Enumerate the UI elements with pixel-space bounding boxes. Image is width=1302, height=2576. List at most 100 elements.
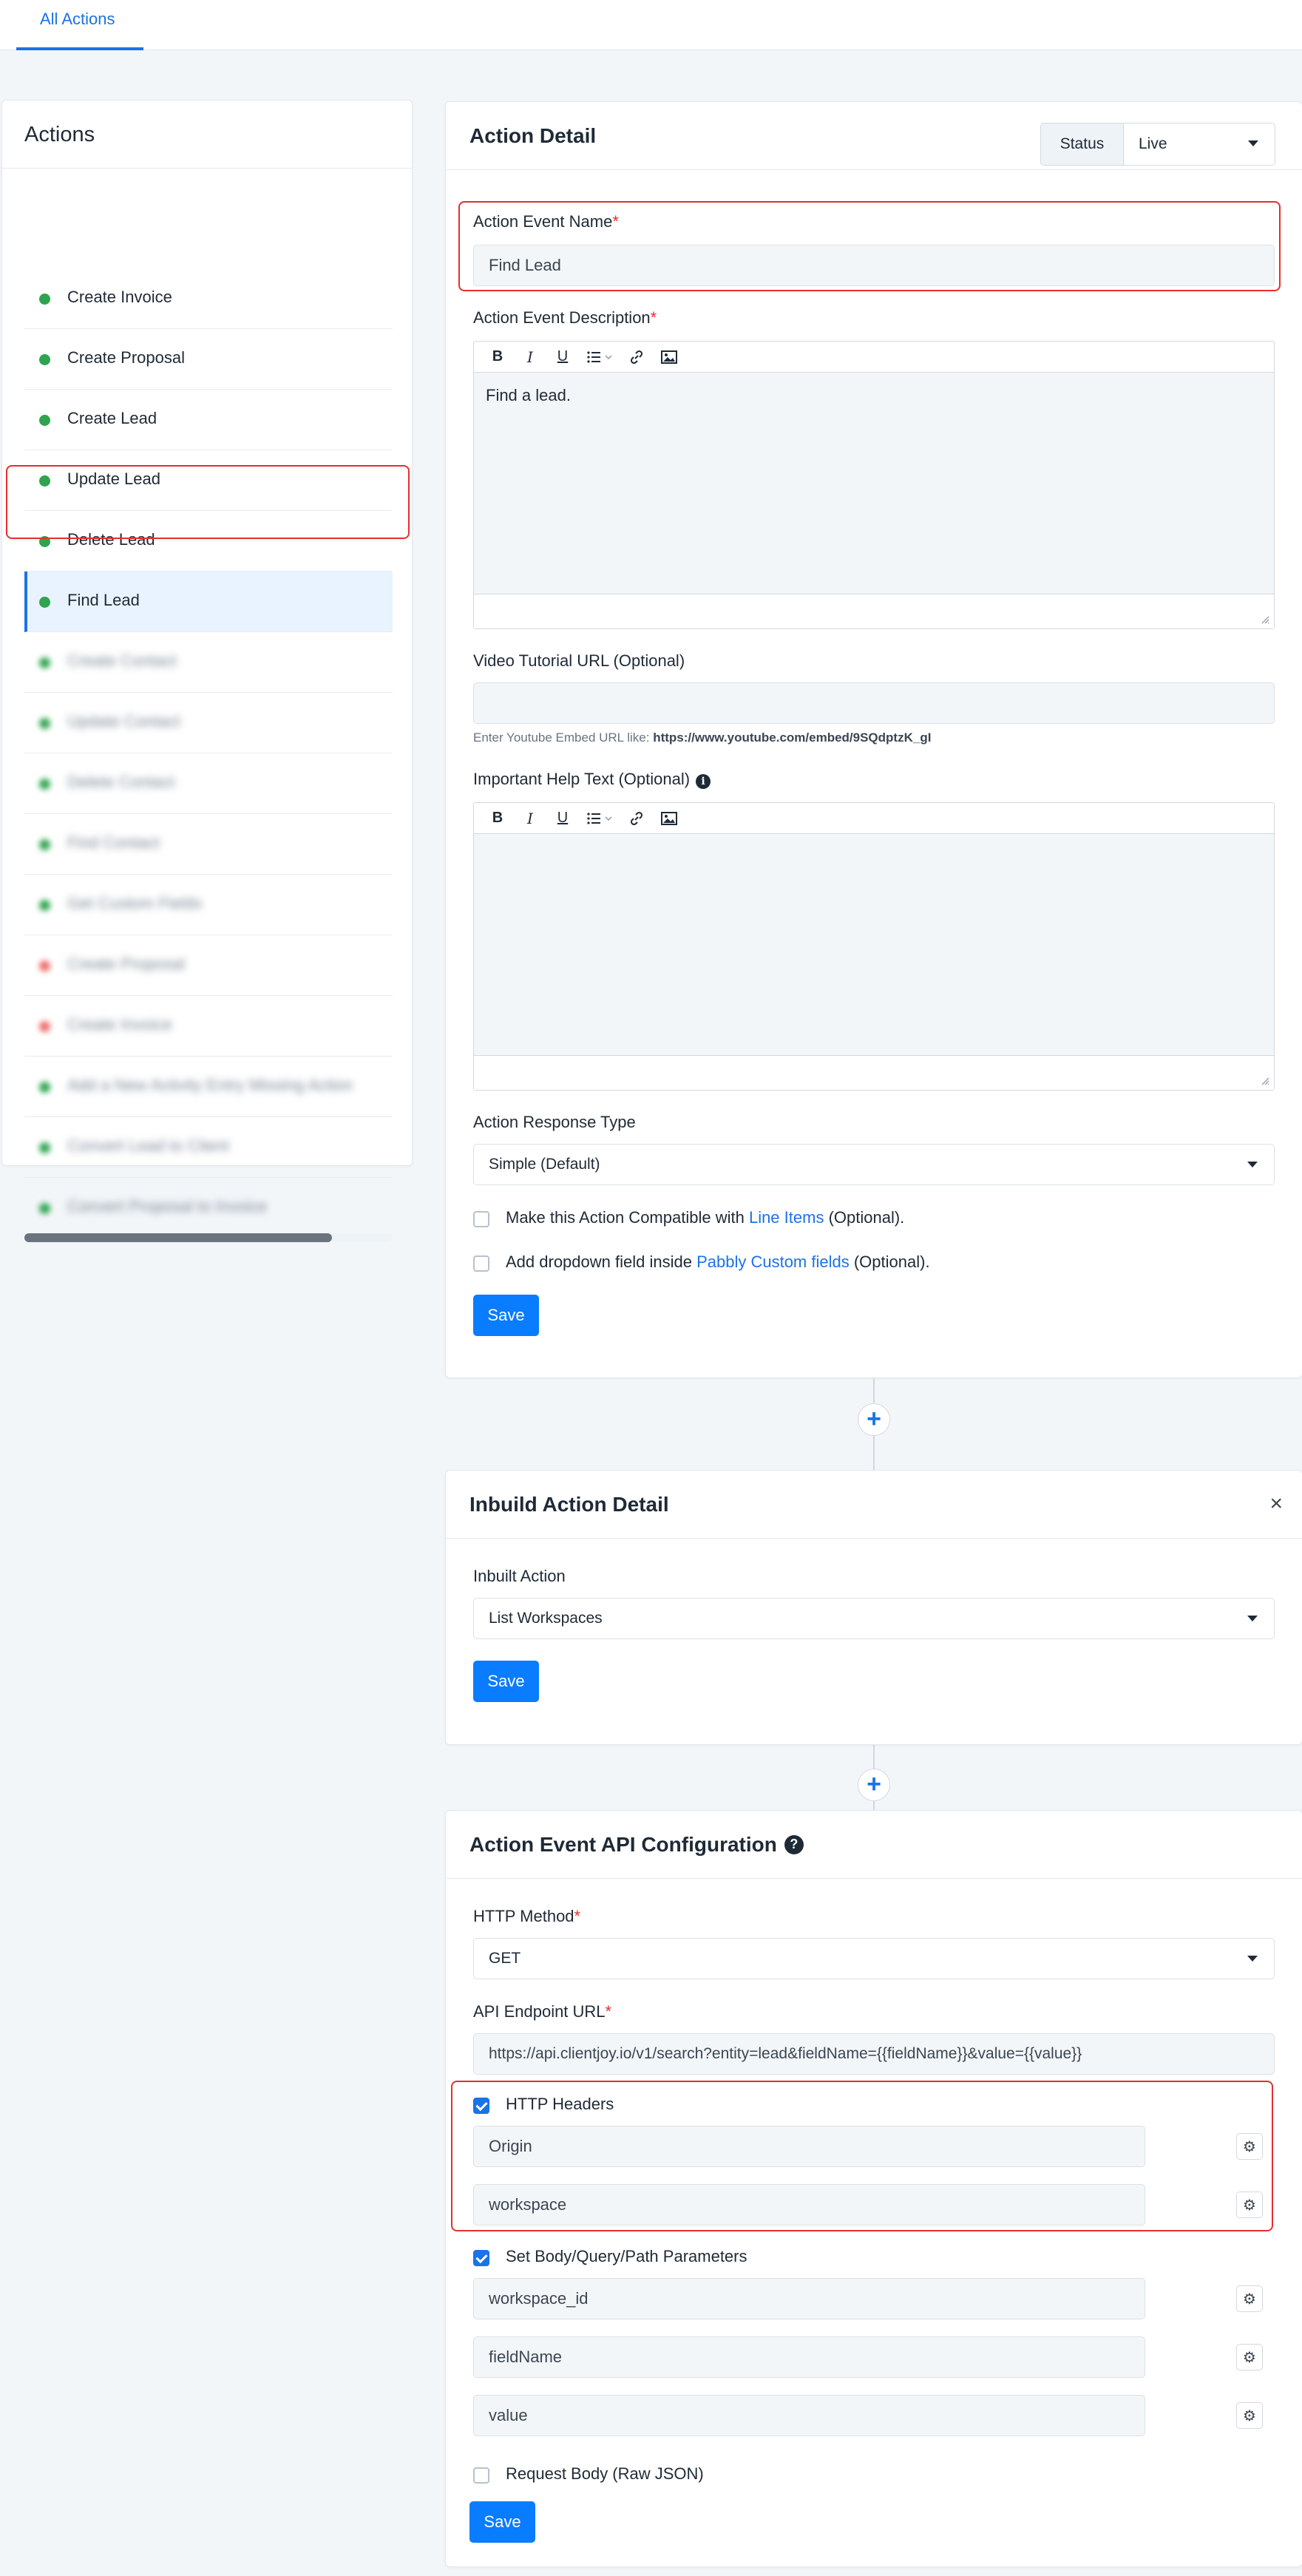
sidebar-item[interactable]: Convert Proposal to Invoice: [24, 1178, 393, 1238]
add-step-plus-icon[interactable]: +: [858, 1403, 890, 1436]
list-icon[interactable]: [579, 803, 620, 834]
line-items-text: Make this Action Compatible with Line It…: [506, 1208, 904, 1227]
italic-icon[interactable]: I: [514, 803, 546, 834]
help-text-label-text: Important Help Text (Optional): [473, 770, 691, 788]
help-text-area[interactable]: [474, 834, 1274, 1056]
status-selector[interactable]: Status Live: [1040, 123, 1275, 166]
sidebar-item[interactable]: Create Proposal: [24, 329, 393, 390]
inbuilt-action-select[interactable]: List Workspaces: [473, 1598, 1275, 1639]
sidebar-item[interactable]: Add a New Activity Entry Missing Action: [24, 1057, 393, 1117]
gear-icon[interactable]: ⚙: [1236, 2133, 1263, 2160]
link-icon[interactable]: [620, 342, 653, 373]
pabbly-custom-fields-link[interactable]: Pabbly Custom fields: [696, 1253, 850, 1271]
tab-all-actions[interactable]: All Actions: [16, 0, 143, 50]
event-desc-editor[interactable]: B I U Find a lead.: [473, 341, 1275, 629]
line-items-checkbox[interactable]: [473, 1211, 489, 1227]
bold-icon[interactable]: B: [481, 803, 514, 834]
help-question-icon[interactable]: ?: [784, 1834, 804, 1854]
info-icon[interactable]: i: [696, 774, 711, 789]
chevron-down-icon: [1247, 1162, 1258, 1167]
list-icon[interactable]: [579, 342, 620, 373]
param-input-fieldname[interactable]: fieldName: [473, 2336, 1145, 2378]
event-name-input[interactable]: Find Lead: [473, 245, 1275, 286]
status-dot-icon: [39, 839, 50, 850]
status-dot-icon: [39, 536, 50, 547]
top-tab-bar: All Actions: [0, 0, 1302, 50]
status-dot-icon: [39, 354, 50, 365]
close-icon[interactable]: ×: [1269, 1491, 1283, 1516]
http-headers-checkbox[interactable]: [473, 2098, 489, 2114]
gear-icon[interactable]: ⚙: [1236, 2344, 1263, 2370]
status-dot-icon: [39, 1021, 50, 1032]
sidebar-item-label: Create Lead: [67, 409, 157, 427]
gear-icon[interactable]: ⚙: [1236, 2402, 1263, 2429]
api-config-header: Action Event API Configuration?: [446, 1811, 1302, 1879]
video-url-label: Video Tutorial URL (Optional): [473, 651, 685, 670]
sidebar-item[interactable]: Update Contact: [24, 693, 393, 753]
event-desc-label: Action Event Description*: [473, 308, 657, 328]
header-input-origin[interactable]: Origin: [473, 2126, 1145, 2167]
video-url-input[interactable]: [473, 682, 1275, 724]
sidebar-item-label: Get Custom Fields: [67, 894, 203, 912]
sidebar-item[interactable]: Get Custom Fields: [24, 875, 393, 935]
status-select[interactable]: Live: [1124, 123, 1275, 165]
editor-footer: [474, 597, 1274, 628]
http-method-label: HTTP Method*: [473, 1907, 580, 1926]
image-icon[interactable]: [653, 342, 685, 373]
event-desc-label-text: Action Event Description: [473, 308, 651, 327]
api-config-save-button[interactable]: Save: [469, 2501, 535, 2543]
image-icon[interactable]: [653, 803, 685, 834]
inbuild-save-button[interactable]: Save: [473, 1661, 539, 1702]
resize-grip-icon[interactable]: [1259, 614, 1269, 624]
italic-icon[interactable]: I: [514, 342, 546, 373]
sidebar-scrollbar[interactable]: [24, 1233, 393, 1242]
header-input-workspace[interactable]: workspace: [473, 2184, 1145, 2226]
chevron-down-icon: [1248, 140, 1258, 146]
sidebar-item-label: Convert Lead to Client: [67, 1136, 229, 1155]
body-params-checkbox[interactable]: [473, 2250, 489, 2266]
sidebar-item[interactable]: Find Lead: [24, 572, 393, 632]
event-desc-text[interactable]: Find a lead.: [474, 373, 1274, 594]
sidebar-item[interactable]: Create Invoice: [24, 996, 393, 1057]
underline-icon[interactable]: U: [546, 342, 579, 373]
sidebar-title: Actions: [2, 101, 412, 169]
resize-grip-icon[interactable]: [1259, 1075, 1269, 1085]
dropdown-field-checkbox[interactable]: [473, 1255, 489, 1272]
link-icon[interactable]: [620, 803, 653, 834]
editor-footer: [474, 1059, 1274, 1090]
status-dot-icon: [39, 657, 50, 668]
sidebar-item-label: Create Contact: [67, 651, 177, 670]
sidebar-item[interactable]: Create Contact: [24, 632, 393, 693]
status-dot-icon: [39, 718, 50, 729]
help-text-editor[interactable]: B I U: [473, 802, 1275, 1091]
sidebar-item[interactable]: Update Lead: [24, 450, 393, 511]
sidebar-scrollbar-thumb[interactable]: [24, 1233, 332, 1242]
line-items-prefix: Make this Action Compatible with: [506, 1208, 745, 1227]
response-type-select[interactable]: Simple (Default): [473, 1144, 1275, 1185]
sidebar-item[interactable]: Delete Lead: [24, 511, 393, 572]
param-input-workspace-id[interactable]: workspace_id: [473, 2278, 1145, 2319]
underline-icon[interactable]: U: [546, 803, 579, 834]
gear-icon[interactable]: ⚙: [1236, 2192, 1263, 2218]
action-detail-save-button[interactable]: Save: [473, 1295, 539, 1336]
raw-json-checkbox[interactable]: [473, 2467, 489, 2484]
sidebar-item[interactable]: Find Contact: [24, 814, 393, 875]
inbuilt-action-label: Inbuilt Action: [473, 1567, 566, 1585]
endpoint-url-input[interactable]: https://api.clientjoy.io/v1/search?entit…: [473, 2033, 1275, 2075]
sidebar-item[interactable]: Create Invoice: [24, 268, 393, 329]
event-name-label: Action Event Name*: [473, 212, 619, 231]
add-step-plus-icon[interactable]: +: [858, 1769, 890, 1801]
gear-icon[interactable]: ⚙: [1236, 2285, 1263, 2312]
sidebar-item[interactable]: Create Proposal: [24, 935, 393, 996]
line-items-link[interactable]: Line Items: [749, 1208, 824, 1227]
bold-icon[interactable]: B: [481, 342, 514, 373]
sidebar-item[interactable]: Convert Lead to Client: [24, 1117, 393, 1178]
body-params-label: Set Body/Query/Path Parameters: [506, 2247, 747, 2265]
status-dot-icon: [39, 960, 50, 972]
sidebar-item[interactable]: Delete Contact: [24, 753, 393, 814]
param-input-value[interactable]: value: [473, 2395, 1145, 2436]
http-method-select[interactable]: GET: [473, 1938, 1275, 1979]
sidebar-item-label: Create Proposal: [67, 348, 185, 367]
sidebar-item[interactable]: Create Lead: [24, 390, 393, 450]
required-mark: *: [605, 2002, 612, 2021]
